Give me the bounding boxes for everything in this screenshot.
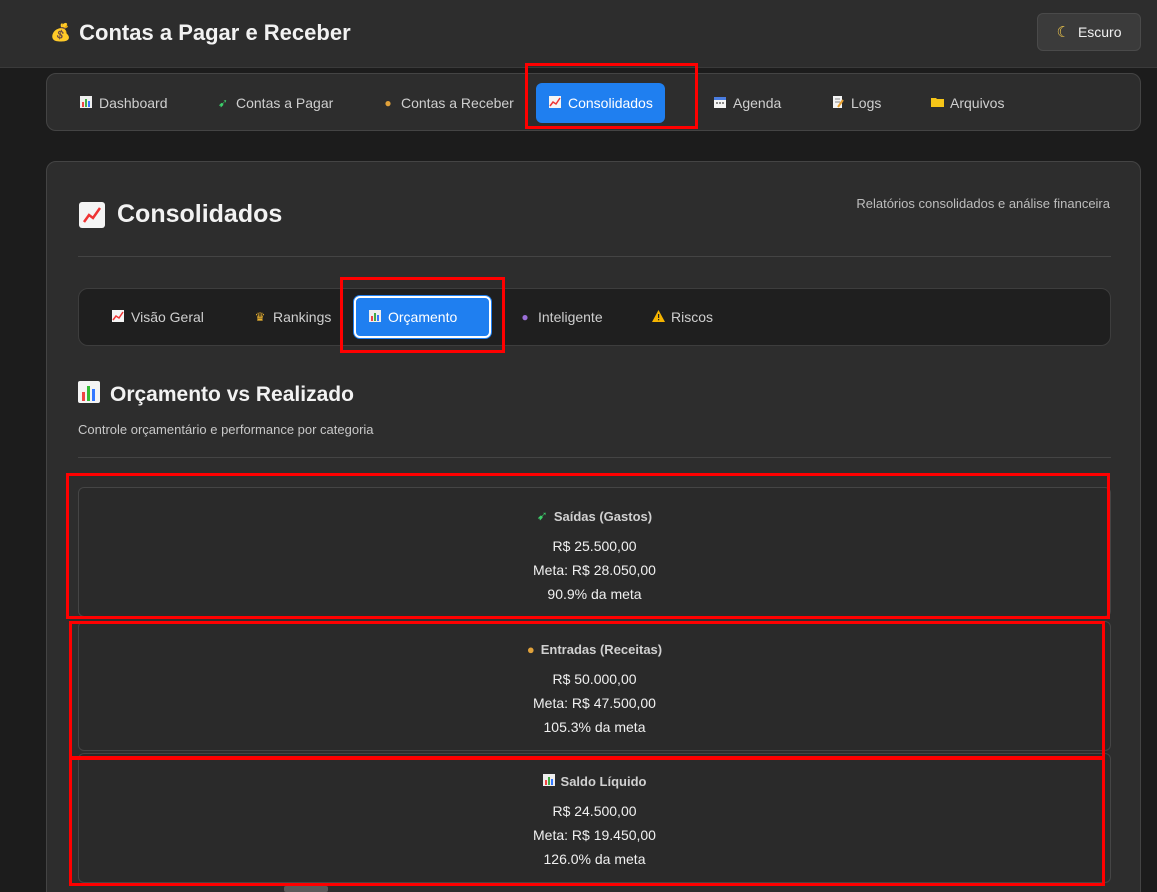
subtab-visao-geral[interactable]: Visão Geral [99,296,216,338]
budget-card-saldo: Saldo Líquido R$ 24.500,00 Meta: R$ 19.4… [78,753,1111,883]
trending-chart-icon [79,201,105,228]
consolidados-panel: Consolidados Relatórios consolidados e a… [46,161,1141,892]
card-label-text: Saídas (Gastos) [553,508,653,524]
card-percent: 105.3% da meta [543,719,646,735]
crystal-ball-icon: ● [521,310,529,324]
subtab-label: Riscos [671,309,714,325]
nav-item-label: Contas a Receber [401,95,514,111]
nav-item-arquivos[interactable]: Arquivos [918,83,1016,123]
money-bag-icon: ● [526,642,535,657]
bar-chart-icon [78,381,100,409]
nav-item-label: Arquivos [950,95,1005,111]
nav-item-label: Consolidados [568,95,653,111]
card-value: R$ 50.000,00 [552,671,637,687]
nav-item-consolidados[interactable]: Consolidados [536,83,665,123]
subtab-orcamento[interactable]: Orçamento [354,296,491,338]
subtab-label: Orçamento [388,309,458,325]
warning-icon [651,309,665,325]
money-bag-icon: ● [384,96,392,110]
card-value: R$ 25.500,00 [552,538,637,554]
section-title: Orçamento vs Realizado [78,381,354,409]
nav-item-agenda[interactable]: Agenda [701,83,793,123]
memo-icon [831,95,845,111]
card-label: Saldo Líquido [79,774,1110,789]
flying-money-icon: ➹ [536,508,548,523]
card-percent: 90.9% da meta [547,586,642,602]
nav-item-label: Agenda [733,95,782,111]
app-title: 💰 Contas a Pagar e Receber [50,20,351,46]
nav-item-label: Logs [851,95,882,111]
divider [78,457,1111,458]
subtab-label: Inteligente [538,309,603,325]
divider [78,256,1111,257]
card-label: ➹ Saídas (Gastos) [79,508,1110,524]
card-label: ● Entradas (Receitas) [79,642,1110,657]
card-value: R$ 24.500,00 [552,803,637,819]
app-title-text: Contas a Pagar e Receber [79,20,351,45]
calendar-icon [713,96,727,111]
page-title: Consolidados [79,200,282,229]
subtab-rankings[interactable]: ♛ Rankings [241,296,343,338]
money-bag-icon: 💰 [50,23,72,43]
subtab-bar: Visão Geral ♛ Rankings Orçamento ● Intel… [78,288,1111,346]
trending-chart-icon [111,309,125,325]
subtab-inteligente[interactable]: ● Inteligente [506,296,615,338]
horizontal-scrollbar[interactable] [284,886,328,892]
page-title-text: Consolidados [117,200,283,228]
theme-toggle-label: Escuro [1077,24,1122,40]
section-subtitle: Controle orçamentário e performance por … [78,422,374,437]
card-label-text: Entradas (Receitas) [540,642,663,657]
moon-icon: ☾ [1056,24,1070,41]
budget-card-saidas: ➹ Saídas (Gastos) R$ 25.500,00 Meta: R$ … [78,487,1111,617]
card-label-text: Saldo Líquido [560,774,647,789]
main-nav: Dashboard ➹ Contas a Pagar ● Contas a Re… [46,73,1141,131]
folder-icon [930,96,944,110]
flying-money-icon: ➹ [217,96,229,110]
nav-item-contas-a-pagar[interactable]: ➹ Contas a Pagar [204,83,345,123]
bar-chart-icon [368,309,382,325]
bar-chart-icon [79,95,93,111]
nav-item-dashboard[interactable]: Dashboard [67,83,180,123]
subtab-label: Rankings [273,309,332,325]
subtab-riscos[interactable]: Riscos [639,296,725,338]
trophy-icon: ♛ [254,310,266,324]
subtab-label: Visão Geral [131,309,204,325]
card-percent: 126.0% da meta [543,851,646,867]
card-target: Meta: R$ 47.500,00 [533,695,656,711]
nav-item-contas-a-receber[interactable]: ● Contas a Receber [369,83,526,123]
section-title-text: Orçamento vs Realizado [110,383,354,406]
card-target: Meta: R$ 28.050,00 [533,562,656,578]
card-target: Meta: R$ 19.450,00 [533,827,656,843]
nav-item-label: Contas a Pagar [236,95,334,111]
nav-item-logs[interactable]: Logs [819,83,893,123]
page-subtitle: Relatórios consolidados e análise financ… [856,196,1110,211]
nav-item-label: Dashboard [99,95,168,111]
trending-chart-icon [548,95,562,111]
bar-chart-icon [542,774,555,789]
top-bar: 💰 Contas a Pagar e Receber ☾ Escuro [0,0,1157,68]
theme-toggle-button[interactable]: ☾ Escuro [1037,13,1141,51]
budget-card-entradas: ● Entradas (Receitas) R$ 50.000,00 Meta:… [78,621,1111,751]
